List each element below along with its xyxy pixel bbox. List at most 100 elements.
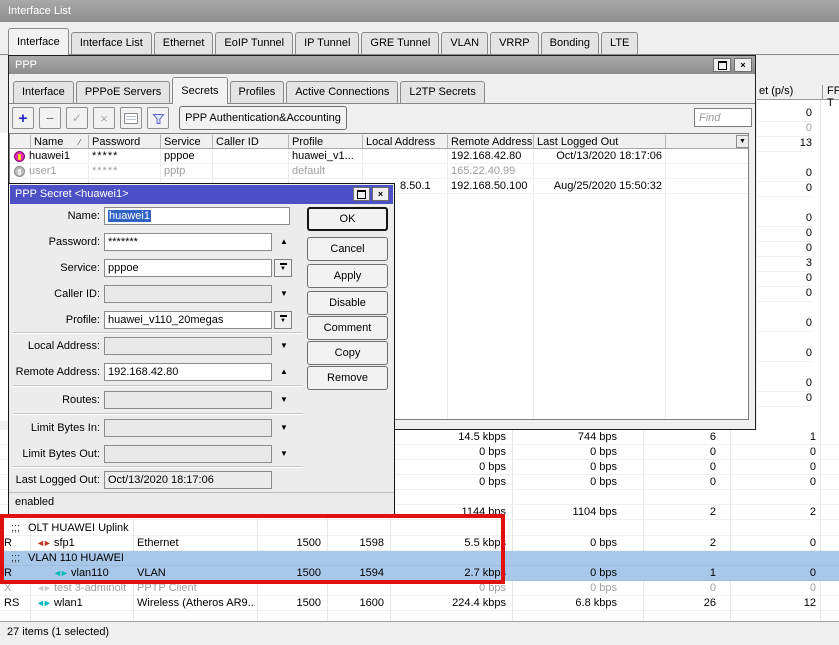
password-up-arrow-icon[interactable]: ▲ xyxy=(276,233,292,251)
interface-list-titlebar[interactable]: Interface List xyxy=(0,0,839,22)
remove-button[interactable]: Remove xyxy=(307,366,388,390)
routes-down-arrow-icon[interactable]: ▼ xyxy=(276,391,292,409)
disable-button[interactable]: × xyxy=(93,107,115,129)
service-dropdown-button[interactable]: ▼ xyxy=(274,259,292,277)
column-selector-button[interactable]: ▼ xyxy=(736,135,749,148)
tab-bonding[interactable]: Bonding xyxy=(541,32,599,54)
local-address-field[interactable] xyxy=(104,337,272,355)
remote-address-field[interactable]: 192.168.42.80 xyxy=(104,363,272,381)
column-header-profile[interactable]: Profile xyxy=(292,135,362,149)
tab-vlan[interactable]: VLAN xyxy=(441,32,488,54)
secret-row-user1[interactable]: user1*****pptpdefault165.22.40.99 xyxy=(10,164,748,179)
interface-row-vlan110[interactable]: R◄►vlan110VLAN150015942.7 kbps0 bps10 xyxy=(0,566,839,581)
service-label: Service: xyxy=(11,259,100,277)
ok-button[interactable]: OK xyxy=(307,207,388,231)
password-field[interactable]: ******* xyxy=(104,233,272,251)
column-header-rx-packet[interactable]: et (p/s) FP T xyxy=(757,84,839,100)
tab-lte[interactable]: LTE xyxy=(601,32,638,54)
secret-row-huawei1[interactable]: huawei1*****pppoehuawei_v1...192.168.42.… xyxy=(10,149,748,164)
pptp-interface-icon: ◄► xyxy=(36,581,52,596)
copy-button[interactable]: Copy xyxy=(307,341,388,365)
profile-field[interactable]: huawei_v110_20megas xyxy=(104,311,272,329)
add-button[interactable]: + xyxy=(12,107,34,129)
dialog-close-button[interactable]: × xyxy=(372,187,389,201)
column-header-fp-tx-label: FP T xyxy=(822,85,839,99)
dialog-group-divider xyxy=(13,466,303,468)
remote-address-up-arrow-icon[interactable]: ▲ xyxy=(276,363,292,381)
cell-l2mtu: 1600 xyxy=(284,596,384,611)
limit-bytes-in-field[interactable] xyxy=(104,419,272,437)
tab-ethernet[interactable]: Ethernet xyxy=(154,32,214,54)
disable-button[interactable]: Disable xyxy=(307,291,388,315)
tab-gre-tunnel[interactable]: GRE Tunnel xyxy=(361,32,439,54)
column-header-local-address[interactable]: Local Address xyxy=(366,135,447,149)
caller-id-field[interactable] xyxy=(104,285,272,303)
routes-field[interactable] xyxy=(104,391,272,409)
column-header-remote-address[interactable]: Remote Address xyxy=(451,135,533,149)
ppp-tab-secrets[interactable]: Secrets xyxy=(172,77,227,104)
filter-button[interactable] xyxy=(147,107,169,129)
dialog-maximize-button[interactable] xyxy=(353,187,370,201)
last-logged-out-field[interactable]: Oct/13/2020 18:17:06 xyxy=(104,471,272,489)
column-header-caller-id[interactable]: Caller ID xyxy=(216,135,288,149)
maximize-button[interactable] xyxy=(713,58,731,72)
tab-interface-list[interactable]: Interface List xyxy=(71,32,152,54)
close-button[interactable]: × xyxy=(734,58,752,72)
flags: RS xyxy=(4,596,28,611)
secret-remote-address: 165.22.40.99 xyxy=(451,164,533,179)
remove-button[interactable]: − xyxy=(39,107,61,129)
profile-label: Profile: xyxy=(11,311,100,329)
find-input[interactable] xyxy=(694,108,752,127)
column-header-last-logged-out[interactable]: Last Logged Out xyxy=(537,135,665,149)
comment-button[interactable] xyxy=(120,107,142,129)
secret-profile: default xyxy=(292,164,362,179)
ppp-toolbar: PPP Authentication&Accounting +−✓× xyxy=(9,104,755,133)
limit-bytes-in-down-arrow-icon[interactable]: ▼ xyxy=(276,419,292,437)
tab-vrrp[interactable]: VRRP xyxy=(490,32,539,54)
ppp-tab-pppoe-servers[interactable]: PPPoE Servers xyxy=(76,81,170,103)
ppp-secret-icon xyxy=(14,151,25,162)
ppp-tab-l2tp-secrets[interactable]: L2TP Secrets xyxy=(400,81,484,103)
maximize-icon xyxy=(718,61,727,70)
profile-dropdown-button[interactable]: ▼ xyxy=(274,311,292,329)
cell-tx-packet: 6 xyxy=(616,430,716,445)
ppp-secret-dialog-titlebar[interactable]: PPP Secret <huawei1> xyxy=(10,185,393,204)
name-field[interactable]: huawei1 xyxy=(104,207,290,225)
caller-id-down-arrow-icon[interactable]: ▼ xyxy=(276,285,292,303)
interface-row-wlan1[interactable]: RS◄►wlan1Wireless (Atheros AR9...1500160… xyxy=(0,596,839,611)
ppp-tab-profiles[interactable]: Profiles xyxy=(230,81,285,103)
cell-rx-packet: 0 xyxy=(716,536,816,551)
limit-bytes-out-field[interactable] xyxy=(104,445,272,463)
header-column-divider xyxy=(160,135,161,148)
enable-button[interactable]: ✓ xyxy=(66,107,88,129)
cell-tx-packet: 2 xyxy=(616,505,716,520)
tab-interface[interactable]: Interface xyxy=(8,28,69,55)
interface-row-test-3-adminolt[interactable]: X◄►test 3-adminoltPPTP Client0 bps0 bps0… xyxy=(0,581,839,596)
column-header-service[interactable]: Service xyxy=(164,135,212,149)
ppp-authentication-accounting-button[interactable]: PPP Authentication&Accounting xyxy=(179,106,347,130)
ppp-titlebar[interactable]: PPP xyxy=(9,56,755,74)
winbox-screen: 001300000300000014.5 kbps744 bps610 bps0… xyxy=(0,0,839,645)
apply-button[interactable]: Apply xyxy=(307,264,388,288)
cell-rx xyxy=(517,490,617,505)
tab-ip-tunnel[interactable]: IP Tunnel xyxy=(295,32,359,54)
interface-row-sfp1[interactable]: R◄►sfp1Ethernet150015985.5 kbps0 bps20 xyxy=(0,536,839,551)
ppp-tab-interface[interactable]: Interface xyxy=(13,81,74,103)
tab-eoip-tunnel[interactable]: EoIP Tunnel xyxy=(215,32,293,54)
service-field[interactable]: pppoe xyxy=(104,259,272,277)
comment-button[interactable]: Comment xyxy=(307,316,388,340)
column-header-password[interactable]: Password xyxy=(92,135,160,149)
funnel-icon xyxy=(152,112,165,125)
cell-rx-packet: 0 xyxy=(716,460,816,475)
ppp-tab-active-connections[interactable]: Active Connections xyxy=(286,81,398,103)
comment-row[interactable]: ;;;VLAN 110 HUAWEI xyxy=(0,551,839,566)
comment-row[interactable]: ;;;OLT HUAWEI Uplink xyxy=(0,521,839,536)
local-address-down-arrow-icon[interactable]: ▼ xyxy=(276,337,292,355)
cancel-button[interactable]: Cancel xyxy=(307,237,388,261)
cell-rx: 6.8 kbps xyxy=(517,596,617,611)
limit-bytes-out-down-arrow-icon[interactable]: ▼ xyxy=(276,445,292,463)
flags: X xyxy=(4,581,28,596)
header-column-divider xyxy=(30,135,31,148)
dialog-group-divider xyxy=(13,332,303,334)
cell-tx: 0 bps xyxy=(406,460,506,475)
